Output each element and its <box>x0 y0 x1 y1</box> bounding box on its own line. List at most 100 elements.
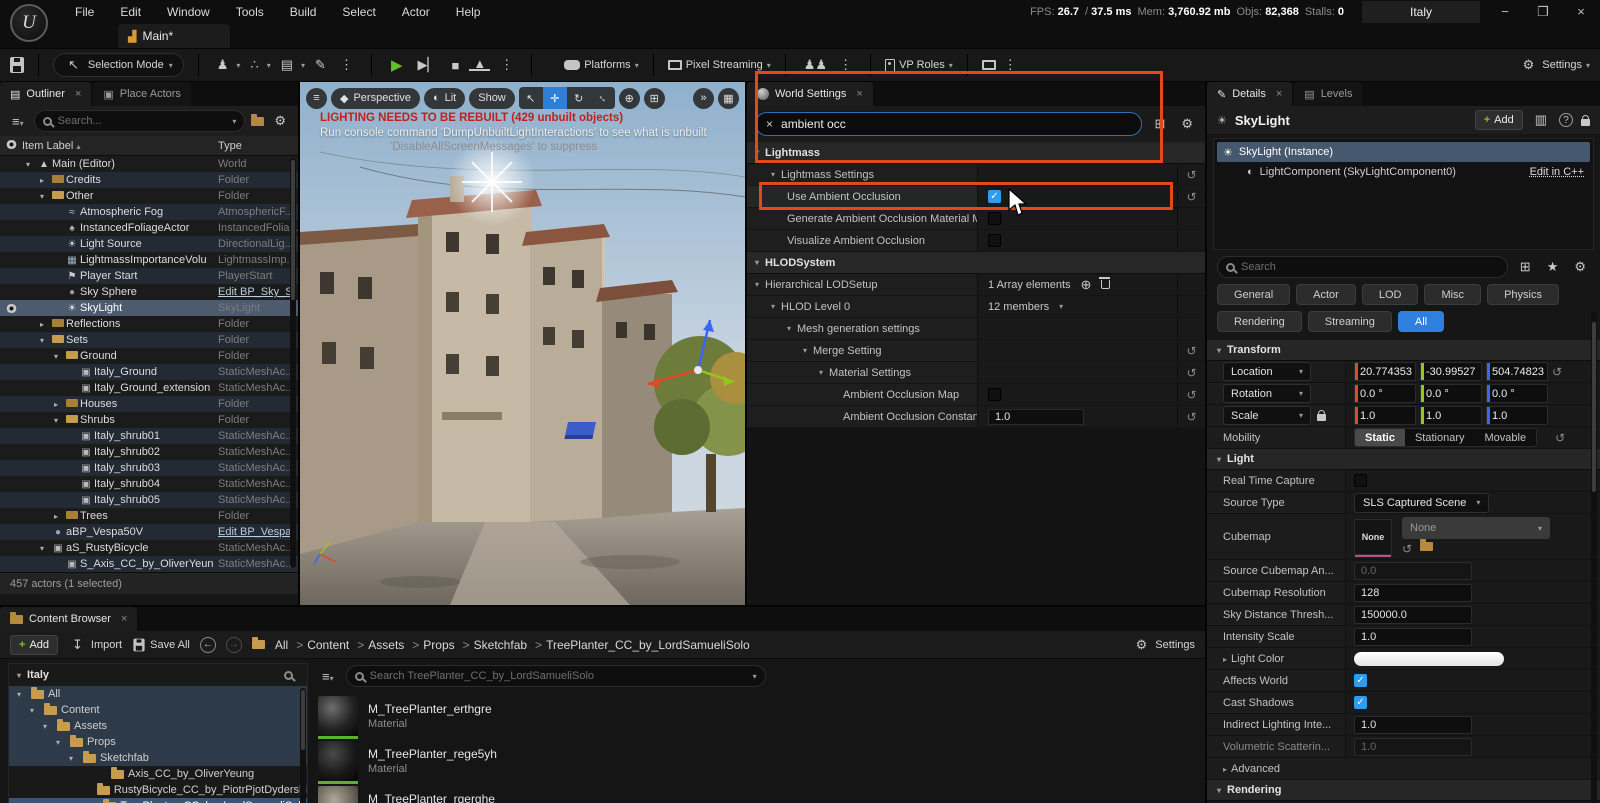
kebab-menu-icon[interactable]: ⋮ <box>336 57 357 73</box>
outliner-row[interactable]: SkyLight SkyLight <box>0 300 298 316</box>
move-tool[interactable]: ✛ <box>543 87 567 109</box>
expand-caret-icon[interactable]: ▸ <box>40 320 50 329</box>
location-x-field[interactable]: 20.774353 <box>1354 362 1416 381</box>
breadcrumb-segment[interactable]: Sketchfab <box>474 638 542 652</box>
filter-icon[interactable]: ≡▾ <box>8 114 28 129</box>
category-chip[interactable]: General <box>1217 284 1290 305</box>
reset-icon[interactable]: ↺ <box>1186 410 1196 424</box>
section-light[interactable]: ▾Light <box>1207 449 1600 470</box>
item-label-column[interactable]: Item Label ▴ <box>22 140 218 152</box>
asset-item[interactable]: M_TreePlanter_rgerghe Material <box>318 783 1205 803</box>
menu-item[interactable]: Window <box>154 5 223 19</box>
expand-caret-icon[interactable]: ▾ <box>54 416 64 425</box>
outliner-row[interactable]: ▾ Sets Folder <box>0 332 298 348</box>
outliner-row[interactable]: Italy_shrub02 StaticMeshAc... <box>0 444 298 460</box>
save-icon[interactable] <box>10 57 24 73</box>
rotation-y-field[interactable]: 0.0 ° <box>1420 384 1482 403</box>
row-merge-setting[interactable]: ▾Merge Setting ↺ <box>747 340 1205 362</box>
search-icon[interactable] <box>284 671 293 680</box>
expand-caret-icon[interactable]: ▸ <box>54 400 64 409</box>
category-chip[interactable]: All <box>1398 311 1444 332</box>
breadcrumb-segment[interactable]: All <box>275 638 303 652</box>
asset-item[interactable]: M_TreePlanter_erthgre Material <box>318 693 1205 738</box>
outliner-row[interactable]: Atmospheric Fog AtmosphericF... <box>0 204 298 220</box>
indirect-lighting-field[interactable]: 1.0 <box>1354 716 1472 734</box>
reset-icon[interactable]: ↺ <box>1186 388 1196 402</box>
expand-caret-icon[interactable]: ▾ <box>30 706 40 715</box>
sources-header[interactable]: ▾ Italy <box>9 664 307 686</box>
reset-icon[interactable]: ↺ <box>1186 168 1196 182</box>
scale-y-field[interactable]: 1.0 <box>1420 406 1482 425</box>
asset-search-input[interactable] <box>370 670 747 682</box>
sky-distance-field[interactable]: 150000.0 <box>1354 606 1472 624</box>
world-settings-search[interactable]: × <box>755 112 1142 136</box>
visibility-column-icon[interactable] <box>5 140 18 149</box>
row-ambient-occlusion-map[interactable]: Ambient Occlusion Map ↺ <box>747 384 1205 406</box>
outliner-row[interactable]: ▾ aS_RustyBicycle StaticMeshAc... <box>0 540 298 556</box>
help-icon[interactable]: ? <box>1559 113 1573 127</box>
close-icon[interactable]: × <box>1562 4 1600 20</box>
details-gear-icon[interactable]: ⚙ <box>1570 259 1590 275</box>
rotation-dropdown[interactable]: Rotation▾ <box>1223 384 1311 403</box>
frame-skip-button[interactable]: ▶▏ <box>413 57 441 73</box>
outliner-row[interactable]: Italy_Ground StaticMeshAc... <box>0 364 298 380</box>
filter-icon[interactable]: ≡▾ <box>318 669 338 684</box>
row-material-settings[interactable]: ▾Material Settings ↺ <box>747 362 1205 384</box>
reset-icon[interactable]: ↺ <box>1552 365 1562 379</box>
viewport-panel[interactable]: ≡ ◆Perspective ◐Lit Show ↖ ✛ ↻ ↔ ⊕ ⊞ » ▦… <box>300 82 745 605</box>
component-row-lightcomponent[interactable]: ◐ LightComponent (SkyLightComponent0) Ed… <box>1217 162 1590 182</box>
light-color-swatch[interactable] <box>1354 652 1504 666</box>
expand-caret-icon[interactable]: ▾ <box>54 352 64 361</box>
outliner-row[interactable]: Italy_Ground_extension StaticMeshAc... <box>0 380 298 396</box>
category-chip[interactable]: Rendering <box>1217 311 1302 332</box>
cubemap-resolution-field[interactable]: 128 <box>1354 584 1472 602</box>
favorites-star-icon[interactable]: ★ <box>1543 259 1563 275</box>
category-chip[interactable]: Actor <box>1296 284 1356 305</box>
intensity-scale-field[interactable]: 1.0 <box>1354 628 1472 646</box>
selection-mode-dropdown[interactable]: ↖ Selection Mode ▾ <box>53 53 184 77</box>
outliner-row[interactable]: LightmassImportanceVolu LightmassImp... <box>0 252 298 268</box>
row-location[interactable]: Location▾ 20.774353 -30.99527 504.74823 … <box>1207 361 1600 383</box>
location-dropdown[interactable]: Location▾ <box>1223 362 1311 381</box>
cubemap-dropdown[interactable]: None▾ <box>1402 517 1550 539</box>
row-sky-distance-threshold[interactable]: Sky Distance Thresh... 150000.0 <box>1207 604 1600 626</box>
row-advanced[interactable]: ▸Advanced <box>1207 758 1600 780</box>
outliner-row[interactable]: Italy_shrub01 StaticMeshAc... <box>0 428 298 444</box>
row-mesh-generation-settings[interactable]: ▾Mesh generation settings <box>747 318 1205 340</box>
close-tab-icon[interactable]: × <box>121 613 127 625</box>
stop-button[interactable]: ■ <box>447 58 463 73</box>
folder-tree-row[interactable]: ▾ Props <box>9 734 307 750</box>
tab-levels[interactable]: ▤ Levels <box>1294 82 1362 106</box>
visibility-eye-icon[interactable] <box>5 304 18 313</box>
scale-dropdown[interactable]: Scale▾ <box>1223 406 1311 425</box>
generate-ao-checkbox[interactable] <box>988 212 1001 225</box>
folder-tree-row[interactable]: TreePlanter_CC_by_LordSamueliSolo <box>9 798 307 803</box>
ao-constant-field[interactable]: 1.0 <box>988 409 1084 425</box>
outliner-row[interactable]: ▸ Trees Folder <box>0 508 298 524</box>
folder-tree-row[interactable]: ▾ Sketchfab <box>9 750 307 766</box>
outliner-row[interactable]: Italy_shrub05 StaticMeshAc... <box>0 492 298 508</box>
category-chip[interactable]: Streaming <box>1308 311 1392 332</box>
maximize-viewport-icon[interactable]: ▦ <box>718 88 739 109</box>
instance-settings-icon[interactable]: ▥ <box>1531 112 1551 128</box>
current-level-button[interactable]: Italy <box>1362 1 1480 23</box>
multi-user-button[interactable]: ♟♟⋮ <box>800 57 856 73</box>
scale-lock-icon[interactable] <box>1317 414 1326 421</box>
affects-world-checkbox[interactable]: ✓ <box>1354 674 1367 687</box>
close-tab-icon[interactable]: × <box>75 88 81 100</box>
sources-scrollbar[interactable] <box>300 688 306 803</box>
row-source-type[interactable]: Source Type SLS Captured Scene▾ <box>1207 492 1600 514</box>
row-lightmass-settings[interactable]: ▾Lightmass Settings ↺ <box>747 164 1205 186</box>
row-affects-world[interactable]: Affects World ✓ <box>1207 670 1600 692</box>
outliner-row[interactable]: Light Source DirectionalLig... <box>0 236 298 252</box>
use-selected-asset-icon[interactable]: ↺ <box>1402 542 1412 556</box>
menu-item[interactable]: Select <box>329 5 388 19</box>
outliner-settings-gear-icon[interactable]: ⚙ <box>270 113 290 129</box>
details-search[interactable] <box>1217 256 1508 278</box>
cast-shadows-checkbox[interactable]: ✓ <box>1354 696 1367 709</box>
row-light-color[interactable]: ▸Light Color <box>1207 648 1600 670</box>
expand-caret-icon[interactable]: ▾ <box>40 192 50 201</box>
row-hlod-level-0[interactable]: ▾HLOD Level 0 12 members▾ <box>747 296 1205 318</box>
outliner-scrollbar[interactable] <box>290 158 296 568</box>
pixel-streaming-dropdown[interactable]: Pixel Streaming▾ <box>668 59 771 71</box>
